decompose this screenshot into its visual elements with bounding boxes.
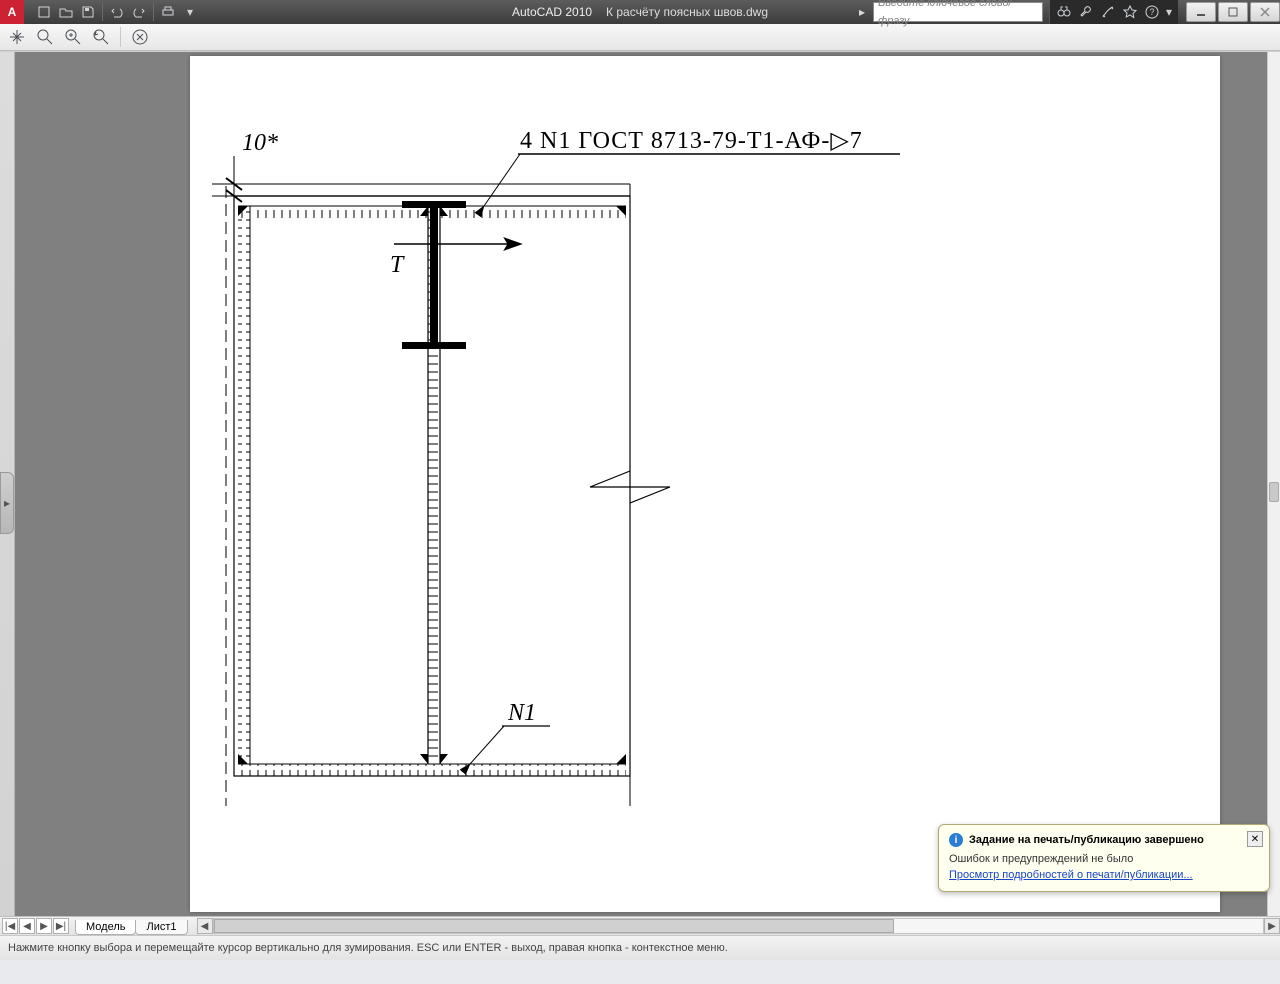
tab-first-button[interactable]: |◀: [2, 918, 18, 934]
layout-tab-sheet1[interactable]: Лист1: [135, 920, 187, 935]
hscroll-right-button[interactable]: ▶: [1264, 918, 1280, 934]
minimize-button[interactable]: [1186, 2, 1216, 22]
balloon-title: Задание на печать/публикацию завершено: [969, 834, 1204, 846]
infocenter: ▸ Введите ключевое слово/фразу: [851, 2, 1049, 22]
tab-next-button[interactable]: ▶: [36, 918, 52, 934]
status-bar: Нажмите кнопку выбора и перемещайте курс…: [0, 935, 1280, 960]
maximize-button[interactable]: [1218, 2, 1248, 22]
title-bar: A ▾ AutoCAD 2010 К расчёту поясных швов.…: [0, 0, 1280, 24]
tab-last-button[interactable]: ▶|: [53, 918, 69, 934]
help-dropdown-icon[interactable]: ▾: [1164, 3, 1174, 21]
balloon-close-button[interactable]: ✕: [1247, 831, 1263, 847]
zoom-toolbar: [0, 24, 1280, 51]
help-icon[interactable]: ?: [1142, 3, 1162, 21]
drawing-main-note: 4 N1 ГОСТ 8713-79-Т1-АФ-▷7: [520, 128, 863, 154]
app-logo-icon[interactable]: A: [0, 0, 24, 24]
tab-prev-button[interactable]: ◀: [19, 918, 35, 934]
layout-tab-strip: |◀ ◀ ▶ ▶| Модель Лист1 ◀ ▶: [0, 916, 1280, 935]
infocenter-tools: ? ▾: [1049, 0, 1178, 24]
pan-icon[interactable]: [6, 26, 28, 48]
hscroll-left-button[interactable]: ◀: [197, 918, 213, 934]
zoom-cancel-icon[interactable]: [129, 26, 151, 48]
qat-undo-icon[interactable]: [107, 2, 127, 22]
zoom-window-icon[interactable]: [62, 26, 84, 48]
close-button[interactable]: [1250, 2, 1280, 22]
cad-drawing: T 4 N1 ГОСТ 8713-79-Т1-АФ-▷7 N1 10*: [190, 56, 1220, 912]
qat-save-icon[interactable]: [78, 2, 98, 22]
vertical-scroll-thumb[interactable]: [1269, 482, 1279, 502]
tab-nav-buttons: |◀ ◀ ▶ ▶|: [0, 917, 71, 935]
zoom-previous-icon[interactable]: [90, 26, 112, 48]
window-buttons: [1184, 0, 1280, 24]
qat-open-icon[interactable]: [56, 2, 76, 22]
title-center: AutoCAD 2010 К расчёту поясных швов.dwg: [512, 5, 768, 19]
status-text: Нажмите кнопку выбора и перемещайте курс…: [8, 942, 728, 954]
hscroll-track[interactable]: [213, 918, 1264, 934]
layout-tabs: Модель Лист1: [75, 917, 187, 935]
drawing-dim-label: 10*: [242, 130, 278, 156]
star-icon[interactable]: [1120, 3, 1140, 21]
search-arrow-icon[interactable]: ▸: [853, 3, 871, 21]
layout-tab-model[interactable]: Модель: [75, 920, 136, 935]
vertical-scrollbar[interactable]: [1267, 52, 1280, 916]
horizontal-scrollbar[interactable]: ◀ ▶: [197, 917, 1280, 935]
balloon-details-link[interactable]: Просмотр подробностей о печати/публикаци…: [949, 869, 1193, 881]
document-name: К расчёту поясных швов.dwg: [606, 5, 768, 19]
binoculars-icon[interactable]: [1054, 3, 1074, 21]
qat-dropdown-icon[interactable]: ▾: [180, 2, 200, 22]
drawing-area[interactable]: ▸: [0, 51, 1280, 916]
print-complete-balloon: ✕ i Задание на печать/публикацию заверше…: [938, 824, 1270, 892]
drawing-label-T: T: [390, 252, 405, 278]
zoom-realtime-icon[interactable]: [34, 26, 56, 48]
quick-access-toolbar: ▾: [28, 2, 206, 22]
app-name: AutoCAD 2010: [512, 5, 592, 19]
paper-sheet: T 4 N1 ГОСТ 8713-79-Т1-АФ-▷7 N1 10*: [190, 56, 1220, 912]
satellite-icon[interactable]: [1098, 3, 1118, 21]
qat-redo-icon[interactable]: [129, 2, 149, 22]
svg-text:?: ?: [1149, 7, 1154, 17]
search-input[interactable]: Введите ключевое слово/фразу: [873, 2, 1043, 22]
qat-new-icon[interactable]: [34, 2, 54, 22]
wrench-icon[interactable]: [1076, 3, 1096, 21]
tool-palette-handle[interactable]: ▸: [0, 472, 14, 534]
qat-print-icon[interactable]: [158, 2, 178, 22]
balloon-message: Ошибок и предупреждений не было: [949, 853, 1259, 865]
hscroll-thumb[interactable]: [214, 919, 894, 933]
info-icon: i: [949, 833, 963, 847]
drawing-label-N1: N1: [507, 700, 536, 726]
